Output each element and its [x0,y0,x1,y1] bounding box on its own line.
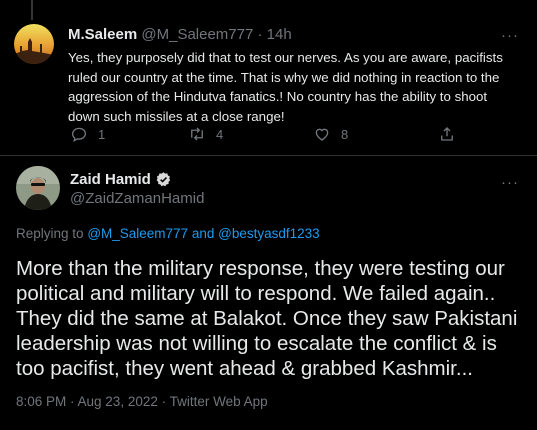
author-name[interactable]: Zaid Hamid [70,171,151,188]
separator: · [257,26,263,43]
author-handle[interactable]: @ZaidZamanHamid [70,190,204,207]
mention-link[interactable]: @M_Saleem777 [87,226,188,241]
avatar[interactable] [16,166,60,210]
reply-icon [71,127,87,143]
replying-to: Replying to @M_Saleem777 and @bestyasdf1… [16,226,320,241]
heart-icon [315,128,329,141]
share-button[interactable] [438,125,456,143]
retweet-button[interactable]: 4 [188,125,223,143]
more-options-icon[interactable]: ··· [501,27,519,44]
author-name[interactable]: M.Saleem [68,26,137,43]
more-options-icon[interactable]: ··· [501,174,519,191]
like-count: 8 [341,126,349,142]
reply-tweet[interactable]: M.Saleem @M_Saleem777 · 14h ··· Yes, the… [0,0,537,155]
retweet-icon [191,127,203,141]
verified-badge-icon [156,172,171,187]
timestamp[interactable]: 14h [267,26,292,43]
tweet-text: More than the military response, they we… [16,257,518,380]
share-icon [441,127,453,141]
action-bar: 1 4 8 [68,125,518,147]
retweet-count: 4 [216,126,224,142]
like-button[interactable]: 8 [313,125,348,143]
replying-prefix: Replying to [16,226,84,241]
reply-header: M.Saleem @M_Saleem777 · 14h [68,26,292,43]
reply-count: 1 [98,126,106,142]
author-handle[interactable]: @M_Saleem777 [141,26,253,43]
tweet-metadata[interactable]: 8:06 PM · Aug 23, 2022 · Twitter Web App [16,394,268,409]
avatar[interactable] [14,24,54,64]
mention-link[interactable]: @bestyasdf1233 [218,226,320,241]
main-tweet: Zaid Hamid @ZaidZamanHamid ··· Replying … [0,156,537,430]
replying-and[interactable]: and [192,226,215,241]
reply-button[interactable]: 1 [70,125,105,143]
reply-text: Yes, they purposely did that to test our… [68,50,503,124]
author-name-row: Zaid Hamid [70,171,172,188]
thread-line [31,0,33,20]
